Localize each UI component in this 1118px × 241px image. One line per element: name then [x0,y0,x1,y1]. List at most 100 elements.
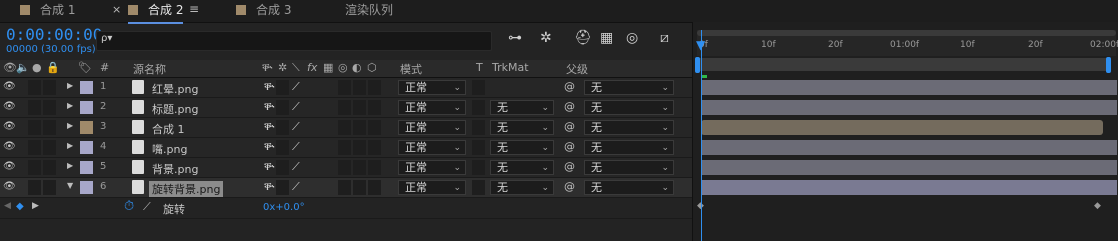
solo-toggle[interactable] [43,120,56,135]
solo-toggle[interactable] [43,100,56,115]
draft-3d-icon[interactable]: ✲ [540,30,552,46]
motion-blur-header-icon[interactable]: ◎ [338,61,348,74]
blend-mode-dropdown[interactable]: 正常 ⌄ [398,180,466,195]
shy-switch-header-icon[interactable]: ቝ [262,61,272,75]
layer-name[interactable]: 背景.png [152,161,198,177]
audio-toggle[interactable] [28,100,41,115]
eye-icon[interactable]: 👁 [3,81,16,92]
tab-render-queue[interactable]: 渲染队列 [345,0,393,22]
playhead-icon[interactable]: ▼ [696,38,705,52]
quality-switch-icon[interactable]: ⟋ [292,80,300,94]
audio-toggle[interactable] [28,80,41,95]
motion-blur-switch[interactable] [338,120,351,135]
layer-label-color[interactable] [80,121,93,134]
shy-switch-icon[interactable]: ቝ [264,140,274,154]
collapse-switch[interactable] [276,160,289,175]
tab-comp-2[interactable]: 合成 2 [128,0,184,24]
layer-row[interactable]: 👁 ▶ 4 嘴.png ቝ ⟋ 正常 ⌄ 无 ⌄ @ 无 ⌄ [0,138,692,158]
layer-name[interactable]: 合成 1 [152,121,185,137]
3d-layer-header-icon[interactable]: ⬡ [367,61,377,74]
trkmat-dropdown[interactable]: 无 ⌄ [490,120,554,135]
shy-switch-icon[interactable]: ቝ [264,160,274,174]
adjustment-switch[interactable] [353,120,366,135]
prev-keyframe-icon[interactable]: ◀ [4,201,11,211]
time-navigator[interactable] [697,58,1110,71]
shy-switch-icon[interactable]: ቝ [264,80,274,94]
close-icon[interactable]: × [112,3,121,16]
parent-dropdown[interactable]: 无 ⌄ [584,140,674,155]
trkmat-dropdown[interactable]: 无 ⌄ [490,140,554,155]
parent-pickwhip-icon[interactable]: @ [564,180,575,193]
parent-dropdown[interactable]: 无 ⌄ [584,180,674,195]
trkmat-header[interactable]: TrkMat [492,61,529,74]
expand-triangle-icon[interactable]: ▶ [67,141,73,150]
eye-icon[interactable]: 👁 [3,181,16,192]
parent-dropdown[interactable]: 无 ⌄ [584,120,674,135]
adjustment-switch[interactable] [353,160,366,175]
adjustment-switch[interactable] [353,100,366,115]
audio-toggle[interactable] [28,180,41,195]
blend-mode-dropdown[interactable]: 正常 ⌄ [398,120,466,135]
motion-blur-switch[interactable] [338,180,351,195]
layer-search-input[interactable]: ρ▾ [96,31,492,51]
source-name-header[interactable]: 源名称 [133,61,166,77]
motion-blur-switch[interactable] [338,160,351,175]
layer-duration-bar[interactable] [701,160,1117,175]
time-ruler[interactable]: 0f 10f 20f 01:00f 10f 20f 02:00f [697,30,1118,56]
label-header-icon[interactable]: 🏷 [78,61,92,74]
expand-triangle-icon[interactable]: ▼ [67,181,73,190]
keyframe-end-icon[interactable]: ◆ [1094,201,1101,211]
collapse-switch[interactable] [276,80,289,95]
blend-mode-dropdown[interactable]: 正常 ⌄ [398,100,466,115]
solo-toggle[interactable] [43,180,56,195]
layer-row[interactable]: 👁 ▶ 5 背景.png ቝ ⟋ 正常 ⌄ 无 ⌄ @ 无 ⌄ [0,158,692,178]
quality-switch-icon[interactable]: ⟋ [292,160,300,174]
audio-toggle[interactable] [28,140,41,155]
shy-switch-icon[interactable]: ቝ [264,180,274,194]
layer-duration-bar[interactable] [701,100,1117,115]
quality-switch-icon[interactable]: ⟋ [292,140,300,154]
layer-duration-bar[interactable] [701,120,1103,135]
layer-name[interactable]: 标题.png [152,101,198,117]
blend-mode-dropdown[interactable]: 正常 ⌄ [398,160,466,175]
expand-triangle-icon[interactable]: ▶ [67,81,73,90]
layer-name[interactable]: 红晕.png [152,81,198,97]
menu-icon[interactable]: ≡ [189,2,199,16]
property-value[interactable]: 0x+0.0° [263,202,305,213]
preserve-transparency-toggle[interactable] [472,120,485,135]
solo-toggle[interactable] [43,80,56,95]
motion-blur-switch[interactable] [338,80,351,95]
layer-row[interactable]: 👁 ▶ 1 红晕.png ቝ ⟋ 正常 ⌄ @ 无 ⌄ [0,78,692,98]
video-toggle-header-icon[interactable]: 👁 [3,61,17,74]
rotation-property-row[interactable]: ◀ ◆ ▶ ⏱ ⟋ 旋转 0x+0.0° [0,198,692,219]
navigator-end-handle[interactable] [1106,57,1111,73]
motion-blur-icon[interactable]: ◎ [626,30,638,46]
effects-switch-header[interactable]: fx [307,61,317,74]
quality-switch-icon[interactable]: ⟋ [292,120,300,134]
expand-triangle-icon[interactable]: ▶ [67,121,73,130]
parent-dropdown[interactable]: 无 ⌄ [584,160,674,175]
audio-header-icon[interactable]: 🔈 [16,61,30,74]
collapse-switch[interactable] [276,180,289,195]
preserve-transparency-toggle[interactable] [472,100,485,115]
eye-icon[interactable]: 👁 [3,161,16,172]
quality-switch-header-icon[interactable]: ⟍ [292,61,300,75]
parent-dropdown[interactable]: 无 ⌄ [584,100,674,115]
audio-toggle[interactable] [28,160,41,175]
quality-switch-icon[interactable]: ⟋ [292,180,300,194]
tab-comp-3[interactable]: 合成 3 [236,0,291,22]
solo-toggle[interactable] [43,140,56,155]
eye-icon[interactable]: 👁 [3,101,16,112]
preserve-transparency-toggle[interactable] [472,140,485,155]
layer-row[interactable]: 👁 ▶ 2 标题.png ቝ ⟋ 正常 ⌄ 无 ⌄ @ 无 ⌄ [0,98,692,118]
motion-blur-switch[interactable] [338,100,351,115]
layer-row[interactable]: 👁 ▼ 6 旋转背景.png ቝ ⟋ 正常 ⌄ 无 ⌄ @ 无 ⌄ [0,178,692,198]
blend-mode-dropdown[interactable]: 正常 ⌄ [398,140,466,155]
3d-switch[interactable] [368,180,381,195]
layer-duration-bar[interactable] [701,180,1117,195]
motion-blur-switch[interactable] [338,140,351,155]
adjustment-switch[interactable] [353,140,366,155]
collapse-switch[interactable] [276,120,289,135]
parent-header[interactable]: 父级 [566,61,588,77]
current-time-indicator[interactable] [701,30,702,241]
